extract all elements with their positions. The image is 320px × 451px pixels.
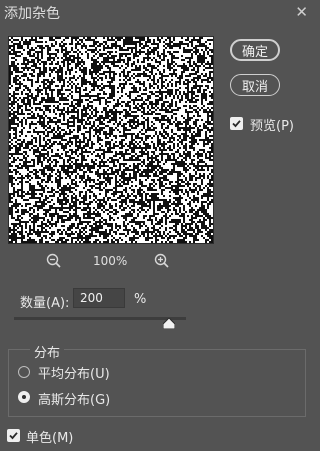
zoom-level: 100% bbox=[93, 254, 128, 268]
amount-slider-thumb[interactable] bbox=[162, 317, 176, 330]
monochrome-checkbox-label: 单色(M) bbox=[26, 431, 74, 446]
close-icon[interactable]: ✕ bbox=[295, 3, 308, 21]
preview-checkbox-label: 预览(P) bbox=[250, 119, 294, 134]
preview-checkbox[interactable] bbox=[230, 117, 243, 130]
amount-slider-track[interactable] bbox=[14, 317, 186, 320]
monochrome-checkbox[interactable] bbox=[7, 429, 20, 442]
amount-unit: % bbox=[134, 292, 147, 307]
zoom-out-icon[interactable] bbox=[45, 252, 63, 270]
radio-gaussian[interactable] bbox=[18, 391, 30, 403]
distribution-legend: 分布 bbox=[30, 342, 65, 361]
amount-input[interactable] bbox=[73, 288, 125, 308]
zoom-controls: 100% bbox=[45, 252, 185, 270]
radio-uniform-label: 平均分布(U) bbox=[38, 367, 110, 382]
radio-gaussian-label: 高斯分布(G) bbox=[38, 393, 111, 408]
noise-preview-image bbox=[9, 37, 213, 243]
checkmark-icon bbox=[232, 120, 241, 128]
dialog-title: 添加杂色 bbox=[4, 6, 60, 22]
zoom-in-icon[interactable] bbox=[153, 252, 171, 270]
noise-preview[interactable] bbox=[8, 36, 214, 244]
cancel-button[interactable]: 取消 bbox=[230, 74, 280, 96]
amount-label: 数量(A): bbox=[20, 296, 70, 311]
title-bar: 添加杂色 ✕ bbox=[0, 0, 316, 26]
checkmark-icon bbox=[9, 432, 18, 440]
radio-uniform[interactable] bbox=[18, 366, 30, 378]
ok-button[interactable]: 确定 bbox=[230, 39, 280, 61]
